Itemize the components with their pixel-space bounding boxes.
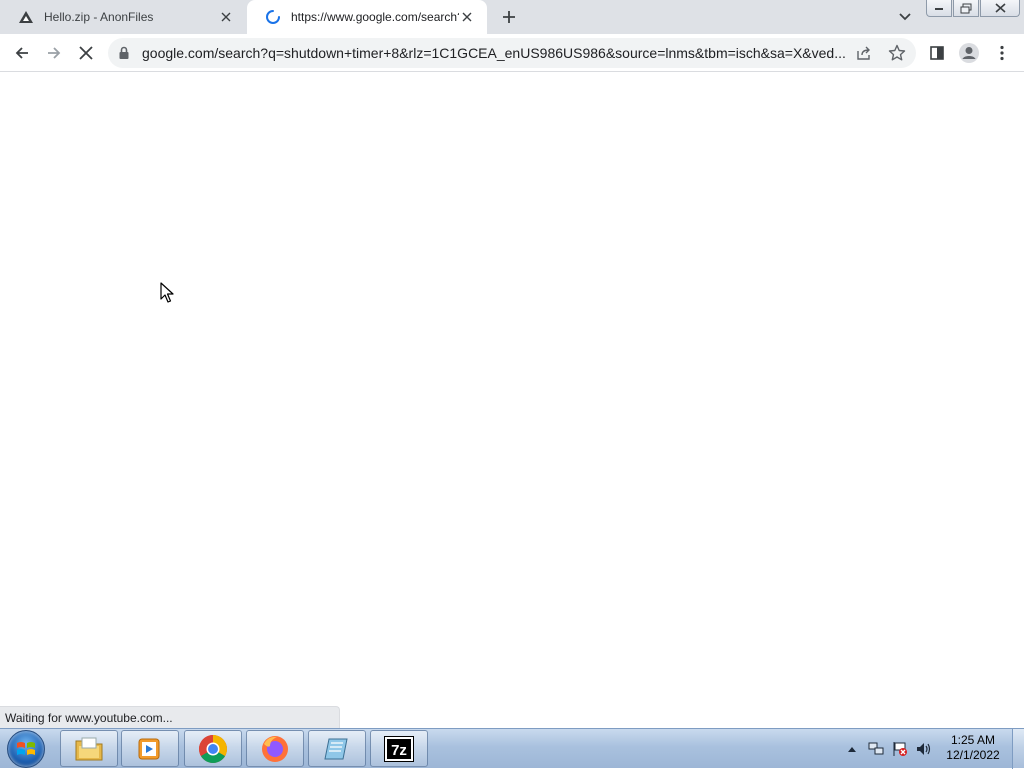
windows-logo-icon (7, 730, 45, 768)
loading-spinner-icon (265, 9, 281, 25)
tab-title: https://www.google.com/search?q (291, 10, 459, 24)
show-hidden-icons-icon[interactable] (842, 739, 862, 759)
close-tab-icon[interactable] (218, 9, 234, 25)
address-bar[interactable]: google.com/search?q=shutdown+timer+8&rlz… (108, 38, 916, 68)
back-arrow-icon (15, 47, 28, 59)
tab-strip: Hello.zip - AnonFiles https://www.google… (0, 0, 1024, 34)
browser-toolbar: google.com/search?q=shutdown+timer+8&rlz… (0, 34, 1024, 72)
tab-search-chevron-icon[interactable] (896, 8, 914, 26)
stop-x-icon (79, 46, 93, 60)
notepad-icon (324, 738, 348, 759)
firefox-icon (262, 735, 288, 762)
url-text[interactable]: google.com/search?q=shutdown+timer+8&rlz… (142, 38, 848, 68)
side-panel-button[interactable] (923, 39, 951, 67)
page-content (0, 72, 1024, 728)
side-panel-icon (930, 46, 944, 60)
tab-anonfiles[interactable]: Hello.zip - AnonFiles (0, 0, 246, 34)
volume-icon[interactable] (914, 739, 934, 759)
notepad-button[interactable] (308, 730, 366, 767)
lock-icon[interactable] (118, 46, 130, 63)
status-bubble: Waiting for www.youtube.com... (0, 706, 340, 728)
forward-arrow-icon (48, 47, 61, 59)
system-tray (842, 729, 938, 769)
close-tab-icon[interactable] (459, 9, 475, 25)
seven-zip-icon: 7z (384, 735, 414, 762)
network-icon[interactable] (866, 739, 886, 759)
share-icon[interactable] (856, 45, 872, 64)
start-button[interactable] (4, 730, 48, 768)
restore-button[interactable] (953, 0, 979, 17)
tab-title: Hello.zip - AnonFiles (44, 10, 154, 24)
tab-google-search[interactable]: https://www.google.com/search?q (247, 0, 487, 34)
stop-loading-button[interactable] (72, 39, 100, 67)
seven-zip-button[interactable]: 7z (370, 730, 428, 767)
minimize-button[interactable] (926, 0, 952, 17)
firefox-button[interactable] (246, 730, 304, 767)
anonfiles-icon (18, 9, 34, 25)
clock-time: 1:25 AM (950, 733, 996, 747)
chrome-icon (199, 734, 227, 763)
back-button[interactable] (8, 39, 36, 67)
bookmark-star-icon[interactable] (888, 44, 906, 65)
taskbar: 7z 1:25 AM 12/1/2022 (0, 728, 1024, 769)
kebab-menu-icon (1000, 45, 1004, 61)
folder-icon (75, 737, 103, 760)
file-explorer-button[interactable] (60, 730, 118, 767)
browser-menu-button[interactable] (988, 39, 1016, 67)
close-window-button[interactable] (980, 0, 1020, 17)
chrome-button[interactable] (184, 730, 242, 767)
media-player-button[interactable] (121, 730, 179, 767)
clock[interactable]: 1:25 AM 12/1/2022 (940, 733, 1006, 763)
window-controls (925, 0, 1020, 17)
profile-avatar-icon (959, 43, 979, 63)
clock-date: 12/1/2022 (946, 748, 1000, 762)
profile-button[interactable] (955, 39, 983, 67)
new-tab-button[interactable] (498, 7, 520, 27)
media-player-icon (138, 738, 160, 759)
mouse-cursor-icon (160, 282, 174, 307)
show-desktop-button[interactable] (1012, 729, 1024, 769)
action-center-warning-icon[interactable] (890, 739, 910, 759)
forward-button[interactable] (40, 39, 68, 67)
